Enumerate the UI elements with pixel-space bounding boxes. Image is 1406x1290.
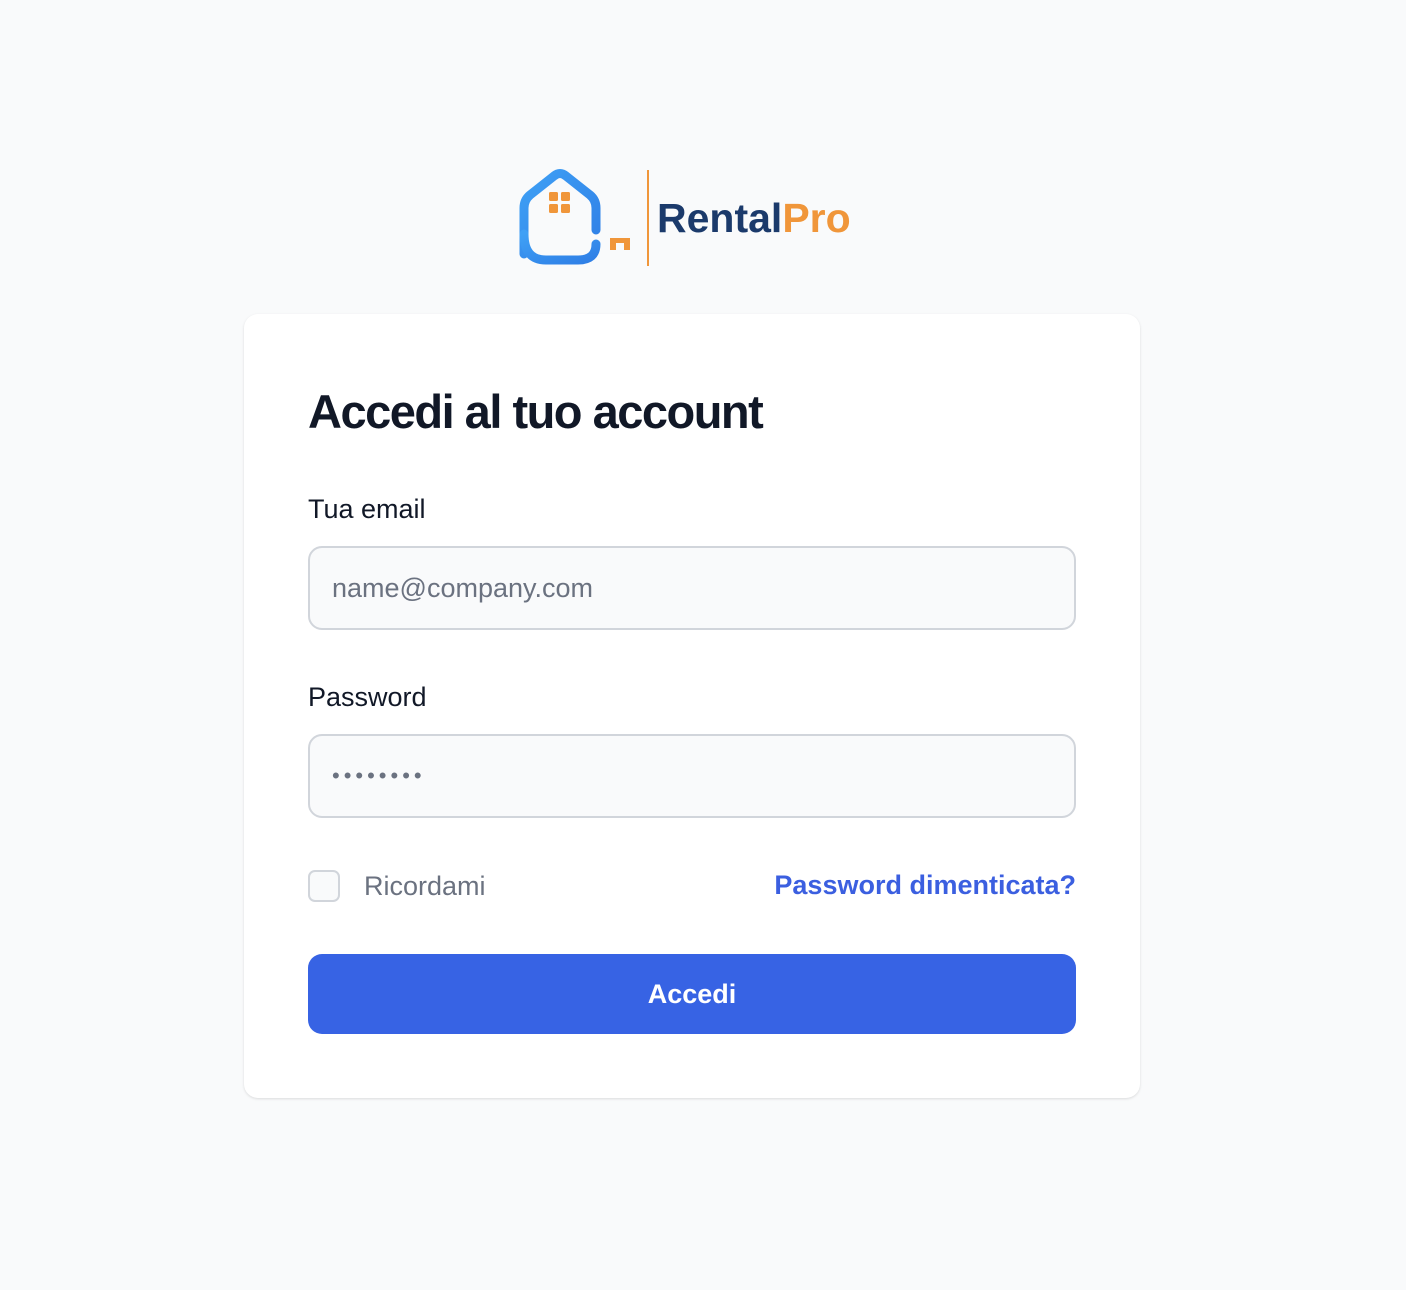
remember-me: Ricordami [308, 870, 486, 902]
password-label: Password [308, 682, 427, 712]
login-button[interactable]: Accedi [308, 954, 1076, 1034]
brand-logo: RentalPro [516, 168, 856, 268]
logo-divider [647, 170, 649, 266]
remember-label: Ricordami [364, 870, 486, 901]
brand-name-part1: Rental [657, 194, 783, 241]
page-title: Accedi al tuo account [308, 385, 764, 438]
brand-name-part2: Pro [782, 194, 851, 241]
email-label: Tua email [308, 494, 426, 524]
email-field[interactable] [308, 546, 1076, 630]
brand-name: RentalPro [657, 194, 851, 241]
login-card: Accedi al tuo account Tua email Password… [244, 314, 1140, 1098]
remember-checkbox[interactable] [308, 870, 340, 902]
password-field[interactable] [308, 734, 1076, 818]
house-key-icon [519, 169, 637, 265]
forgot-password-link[interactable]: Password dimenticata? [774, 870, 1076, 901]
